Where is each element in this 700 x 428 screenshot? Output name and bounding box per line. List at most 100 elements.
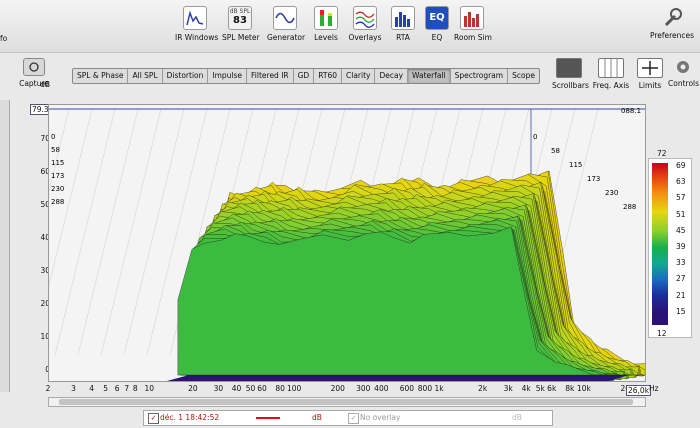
color-scale-label: 69 (676, 161, 686, 170)
color-scale-bar (652, 163, 668, 325)
color-scale-label: 21 (676, 290, 686, 300)
toolbar: fo IR Windows dB SPL 83 SPL Meter Genera… (0, 0, 700, 53)
scrollbar-thumb[interactable] (59, 399, 633, 405)
tab-rt60[interactable]: RT60 (314, 69, 343, 83)
generator-button[interactable]: Generator (267, 6, 305, 42)
x-tick-label: 30 (213, 384, 224, 393)
x-right-readout[interactable]: 26,0k (626, 385, 652, 396)
spl-meter-button[interactable]: dB SPL 83 SPL Meter (222, 6, 260, 42)
freq-axis-icon (598, 58, 624, 78)
levels-button[interactable]: Levels (310, 6, 342, 42)
room-sim-button[interactable]: Room Sim (454, 6, 492, 42)
tab-filtered-ir[interactable]: Filtered IR (247, 69, 294, 83)
time-slice-label-left: 115 (51, 159, 64, 167)
tab-gd[interactable]: GD (294, 69, 315, 83)
color-scale-top: 72 (657, 149, 667, 158)
time-slice-label-left: 230 (51, 185, 64, 193)
x-tick-label: 100 (286, 384, 302, 393)
x-tick-label: 10k (576, 384, 591, 393)
preferences-button[interactable]: Preferences (648, 6, 696, 40)
time-slice-label-left: 0 (51, 133, 55, 141)
x-tick-label: 6k (547, 384, 557, 393)
x-tick-label: 80 (275, 384, 285, 393)
ir-windows-button[interactable]: IR Windows (175, 6, 218, 42)
legend-bar: ✓ déc. 1 18:42:52 dB ✓ No overlay dB (143, 410, 553, 426)
camera-icon (23, 58, 45, 76)
tab-spectrogram[interactable]: Spectrogram (451, 69, 509, 83)
overlays-label: Overlays (348, 33, 382, 42)
x-tick-label: 10 (144, 384, 155, 393)
scrollbars-label: Scrollbars (552, 81, 589, 90)
time-slice-label-right: 58 (551, 147, 560, 155)
levels-icon (314, 6, 338, 30)
trace-line-swatch (256, 417, 280, 419)
overlays-icon (353, 6, 377, 30)
limits-button[interactable]: Limits (636, 58, 664, 90)
y-unit-label: dB (40, 80, 50, 89)
time-slice-label-right: 288 (623, 203, 636, 211)
wrench-icon (661, 6, 683, 28)
gear-icon (671, 58, 695, 76)
x-tick-label: 4 (89, 384, 94, 393)
tab-all-spl[interactable]: All SPL (128, 69, 163, 83)
preferences-label: Preferences (649, 31, 695, 40)
color-scale-label: 45 (676, 225, 686, 235)
x-tick-label: 50 (245, 384, 256, 393)
tab-decay[interactable]: Decay (375, 69, 409, 83)
tab-clarity[interactable]: Clarity (342, 69, 376, 83)
y-axis: dB 706050403020100 (30, 80, 50, 382)
spl-meter-label: SPL Meter (222, 33, 260, 42)
eq-label: EQ (431, 33, 443, 42)
eq-button[interactable]: EQ EQ (425, 6, 449, 42)
tab-distortion[interactable]: Distortion (163, 69, 209, 83)
x-tick-label: 400 (374, 384, 389, 393)
generator-icon (273, 6, 297, 30)
trace-checkbox[interactable]: ✓ (148, 413, 159, 424)
waterfall-plot[interactable]: 0 58 115 173 230 288 0 58 115 173 230 288 088.1 (48, 104, 646, 382)
spl-meter-value: 83 (233, 15, 247, 26)
ir-windows-icon (183, 6, 207, 30)
trace-unit: dB (312, 413, 322, 422)
color-scale-label: 15 (676, 306, 686, 316)
rta-label: RTA (396, 33, 410, 42)
color-scale-label: 57 (676, 193, 686, 203)
x-tick-label: 60 (257, 384, 267, 393)
color-scale-label: 51 (676, 209, 686, 219)
levels-label: Levels (314, 33, 338, 42)
controls-button[interactable]: Controls (668, 58, 699, 88)
time-slice-label-left: 288 (51, 198, 64, 206)
tab-spl-phase[interactable]: SPL & Phase (73, 69, 129, 83)
time-slice-label-right: 230 (605, 189, 618, 197)
waterfall-floor (167, 375, 629, 381)
x-tick-label: 2 (45, 384, 51, 393)
x-tick-label: 300 (356, 384, 371, 393)
overlays-button[interactable]: Overlays (348, 6, 382, 42)
vertical-scrollbar[interactable] (0, 100, 10, 392)
trace-name[interactable]: déc. 1 18:42:52 (160, 413, 219, 422)
x-tick-label: 5 (103, 384, 109, 393)
x-tick-label: 1k (434, 384, 444, 393)
color-scale-label: 63 (676, 177, 686, 187)
color-scale-label: 33 (676, 258, 686, 268)
x-tick-label: 5k (535, 384, 545, 393)
overlay-name[interactable]: No overlay (360, 413, 400, 422)
time-slice-label-right: 173 (587, 175, 600, 183)
x-tick-label: 20 (188, 384, 198, 393)
x-tick-label: 6 (114, 384, 120, 393)
tab-scope[interactable]: Scope (508, 69, 539, 83)
x-tick-label: 40 (231, 384, 242, 393)
x-unit-label: Hz (649, 384, 659, 393)
overlay-unit: dB (512, 413, 522, 422)
rta-button[interactable]: RTA (390, 6, 416, 42)
info-label[interactable]: fo (0, 34, 7, 43)
x-tick-label: 3 (71, 384, 76, 393)
horizontal-scrollbar[interactable] (48, 397, 646, 407)
tab-impulse[interactable]: Impulse (208, 69, 248, 83)
scrollbars-button[interactable]: Scrollbars (552, 58, 589, 90)
tab-waterfall[interactable]: Waterfall (408, 69, 451, 83)
waterfall-svg: 0 58 115 173 230 288 0 58 115 173 230 288 088.1 (49, 105, 645, 381)
overlay-checkbox[interactable]: ✓ (348, 413, 359, 424)
rta-icon (391, 6, 415, 30)
freq-axis-button[interactable]: Freq. Axis (592, 58, 630, 90)
color-scale-label: 27 (676, 274, 686, 284)
